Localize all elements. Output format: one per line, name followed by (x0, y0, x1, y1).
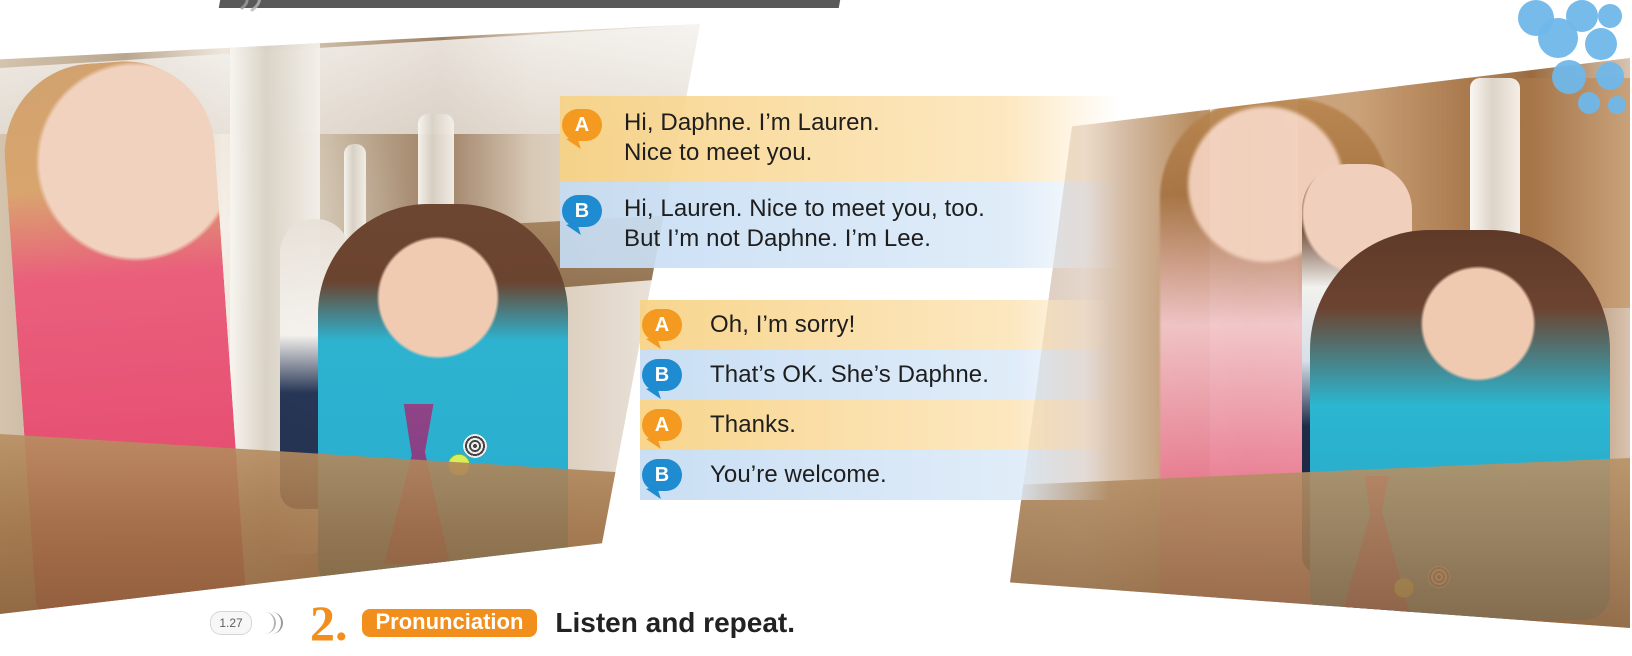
dialogue-line-text: You’re welcome. (710, 461, 887, 488)
dialogue-line-b-2: B That’s OK. She’s Daphne. (640, 350, 1110, 400)
dialogue-line-a-1: A Hi, Daphne. I’m Lauren. Nice to meet y… (560, 96, 1120, 182)
decorative-dot (1585, 28, 1617, 60)
speech-bubble-icon: A (642, 409, 682, 441)
dialogue-line-text-1: Hi, Daphne. I’m Lauren. (624, 109, 880, 136)
decorative-dot (1598, 4, 1622, 28)
dialogue-line-text: That’s OK. She’s Daphne. (710, 361, 990, 388)
left-photo-badge-2 (463, 434, 487, 458)
dialogue-line-text: Oh, I’m sorry! (710, 311, 856, 338)
speech-bubble-icon: A (562, 109, 602, 141)
exercise-number: 2. (310, 595, 348, 651)
dialogue-line-text: Hi, Lauren. Nice to meet you, too. But I… (624, 194, 985, 254)
section-heading: 1.27 2. Pronunciation Listen and repeat. (210, 598, 796, 648)
top-audio-icon (240, 0, 261, 12)
speech-bubble-icon: A (642, 309, 682, 341)
exercise-instruction: Listen and repeat. (555, 607, 796, 638)
dialogue-line-text-2: But I’m not Daphne. I’m Lee. (624, 225, 931, 252)
speech-bubble-icon: B (562, 195, 602, 227)
top-decorative-strip (218, 0, 842, 8)
track-number-badge: 1.27 (210, 611, 252, 635)
textbook-page: A Hi, Daphne. I’m Lauren. Nice to meet y… (0, 0, 1632, 656)
dialogue-line-a-3: A Thanks. (640, 400, 1110, 450)
dialogue-line-b-1: B Hi, Lauren. Nice to meet you, too. But… (560, 182, 1120, 268)
decorative-dot (1538, 18, 1578, 58)
dotted-ornament (1490, 0, 1632, 145)
dialogue-line-text: Hi, Daphne. I’m Lauren. Nice to meet you… (624, 108, 880, 168)
dialogue-line-b-3: B You’re welcome. (640, 450, 1110, 500)
dialogue-line-a-2: A Oh, I’m sorry! (640, 300, 1110, 350)
decorative-dot (1578, 92, 1600, 114)
audio-icon (262, 610, 286, 636)
left-photo-floor (0, 434, 700, 614)
decorative-dot (1596, 62, 1624, 90)
speech-bubble-icon: B (642, 459, 682, 491)
dialogue-line-text-1: Hi, Lauren. Nice to meet you, too. (624, 195, 985, 222)
section-tag: Pronunciation (361, 609, 538, 637)
dialogue-line-text-2: Nice to meet you. (624, 139, 813, 166)
decorative-dot (1552, 60, 1586, 94)
dialogue-line-text: Thanks. (710, 411, 797, 438)
speech-bubble-icon: B (642, 359, 682, 391)
decorative-dot (1608, 96, 1626, 114)
